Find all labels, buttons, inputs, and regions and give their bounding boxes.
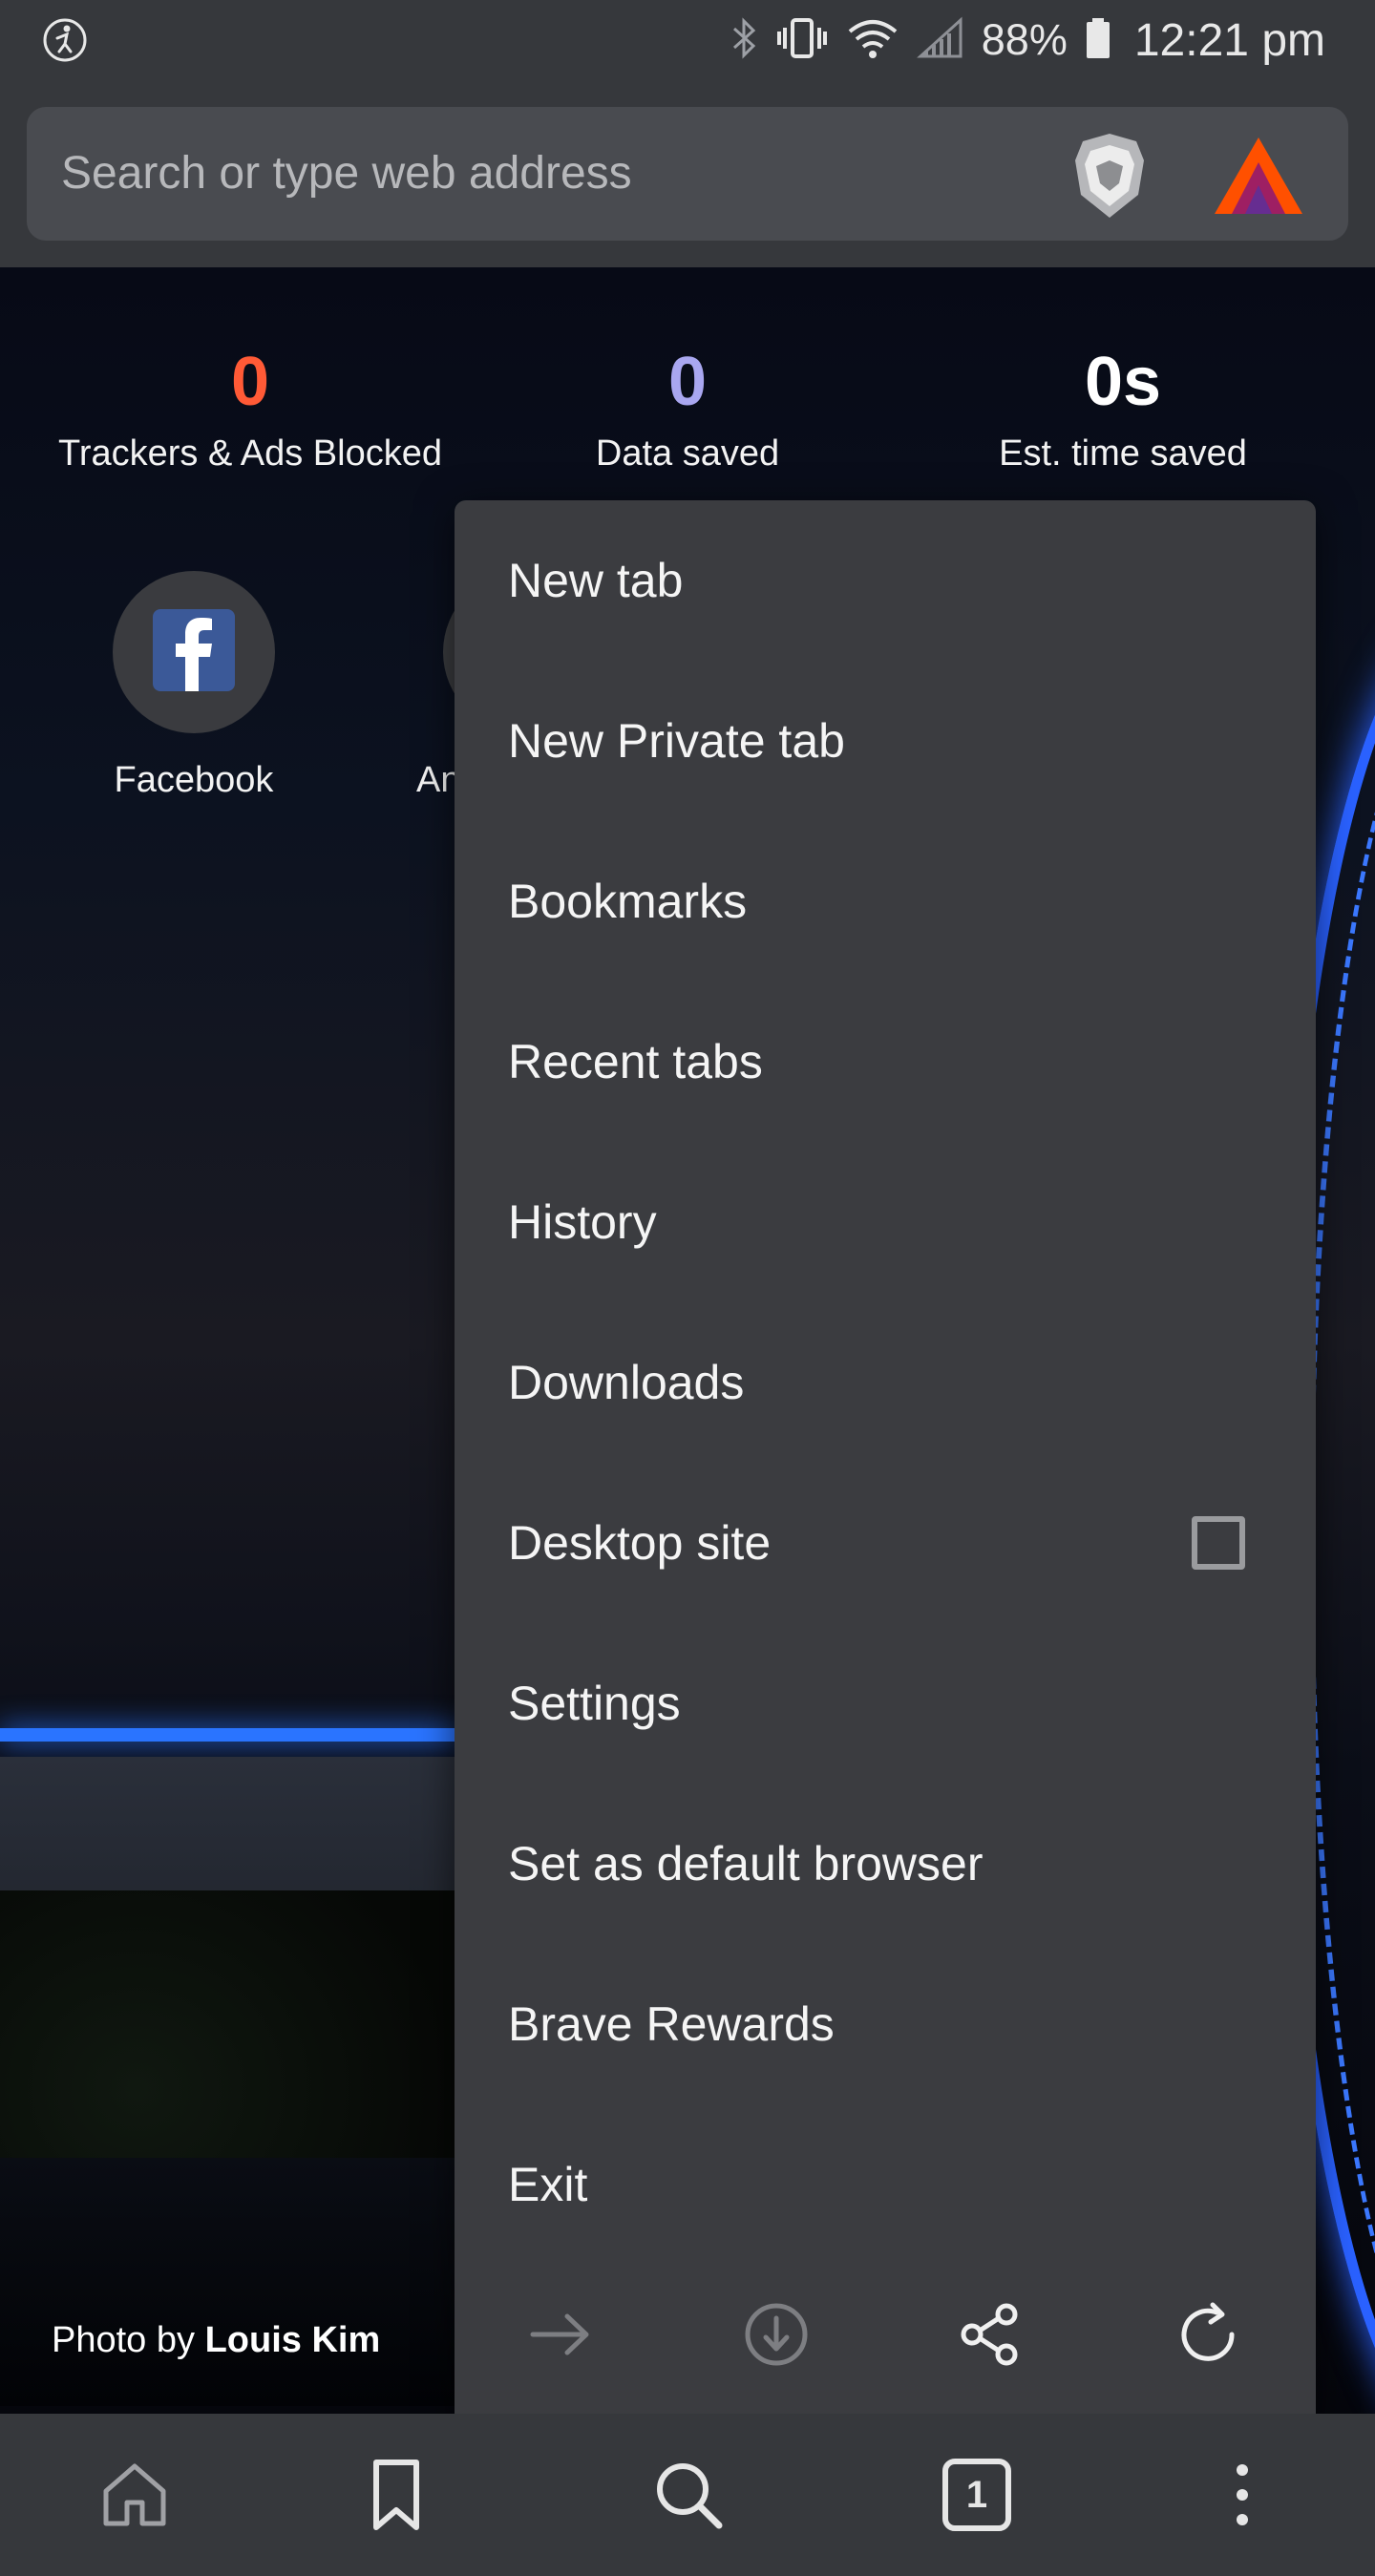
- menu-item-label: New tab: [508, 554, 684, 607]
- forward-icon[interactable]: [518, 2291, 603, 2377]
- menu-item-new-private-tab[interactable]: New Private tab: [455, 661, 1316, 821]
- menu-item-downloads[interactable]: Downloads: [455, 1302, 1316, 1463]
- bat-rewards-icon[interactable]: [1211, 134, 1306, 218]
- tab-count: 1: [965, 2474, 988, 2516]
- tabs-icon[interactable]: 1: [924, 2442, 1029, 2547]
- menu-item-set-default-browser[interactable]: Set as default browser: [455, 1784, 1316, 1944]
- browser-toolbar: Search or type web address: [0, 80, 1375, 267]
- top-site-label: Facebook: [114, 760, 274, 800]
- overflow-menu: New tab New Private tab Bookmarks Recent…: [455, 500, 1316, 2427]
- stat-value: 0: [667, 344, 708, 420]
- cell-signal-icon: [916, 16, 964, 64]
- menu-item-label: Exit: [508, 2158, 588, 2211]
- water-shape: [0, 2158, 458, 2406]
- status-time: 12:21 pm: [1133, 14, 1325, 66]
- menu-item-exit[interactable]: Exit: [455, 2104, 1316, 2265]
- top-site-facebook[interactable]: Facebook: [113, 571, 275, 801]
- wifi-icon: [846, 16, 899, 64]
- brave-shield-icon[interactable]: [1062, 128, 1157, 223]
- menu-item-label: Recent tabs: [508, 1035, 763, 1088]
- top-site-circle[interactable]: [113, 571, 275, 733]
- blue-light-strip: [0, 1728, 458, 1742]
- menu-item-label: Downloads: [508, 1356, 745, 1409]
- menu-item-bookmarks[interactable]: Bookmarks: [455, 821, 1316, 982]
- menu-item-history[interactable]: History: [455, 1142, 1316, 1302]
- menu-item-recent-tabs[interactable]: Recent tabs: [455, 982, 1316, 1142]
- bluetooth-icon: [730, 16, 758, 64]
- facebook-icon: [153, 609, 235, 695]
- home-icon[interactable]: [82, 2442, 187, 2547]
- bottom-toolbar: 1: [0, 2414, 1375, 2576]
- stat-data-saved: 0 Data saved: [458, 344, 917, 475]
- menu-item-label: Desktop site: [508, 1516, 772, 1570]
- photo-credit-author[interactable]: Louis Kim: [205, 2320, 381, 2360]
- battery-icon: [1085, 16, 1111, 64]
- menu-item-desktop-site[interactable]: Desktop site: [455, 1463, 1316, 1623]
- more-vertical-icon[interactable]: [1190, 2442, 1295, 2547]
- menu-item-brave-rewards[interactable]: Brave Rewards: [455, 1944, 1316, 2104]
- menu-item-label: Brave Rewards: [508, 1997, 835, 2051]
- bookmark-icon[interactable]: [344, 2442, 449, 2547]
- share-icon[interactable]: [947, 2291, 1033, 2377]
- download-icon[interactable]: [733, 2291, 819, 2377]
- stat-trackers: 0 Trackers & Ads Blocked: [21, 344, 479, 475]
- stat-label: Data saved: [595, 433, 780, 474]
- status-bar: 88% 12:21 pm: [0, 0, 1375, 80]
- vibrate-icon: [775, 16, 829, 64]
- reload-icon[interactable]: [1165, 2291, 1251, 2377]
- menu-item-label: Set as default browser: [508, 1837, 984, 1890]
- stat-value: 0: [230, 344, 270, 420]
- stat-value: 0s: [1084, 344, 1162, 420]
- menu-item-label: Settings: [508, 1677, 681, 1730]
- stat-label: Trackers & Ads Blocked: [58, 433, 442, 474]
- photo-credit-prefix: Photo by: [52, 2320, 195, 2360]
- menu-action-row: [455, 2257, 1316, 2410]
- stat-time-saved: 0s Est. time saved: [894, 344, 1352, 475]
- accessibility-icon: [42, 17, 88, 63]
- battery-percent: 88%: [981, 15, 1068, 64]
- url-bar[interactable]: Search or type web address: [27, 107, 1348, 241]
- menu-item-label: New Private tab: [508, 714, 845, 768]
- menu-item-label: Bookmarks: [508, 875, 748, 928]
- menu-item-new-tab[interactable]: New tab: [455, 500, 1316, 661]
- menu-item-label: History: [508, 1195, 657, 1249]
- photo-credit[interactable]: Photo by Louis Kim: [52, 2320, 380, 2361]
- search-input[interactable]: Search or type web address: [61, 107, 632, 241]
- stat-label: Est. time saved: [999, 433, 1247, 474]
- search-icon[interactable]: [636, 2442, 741, 2547]
- desktop-site-checkbox[interactable]: [1192, 1516, 1245, 1570]
- menu-item-settings[interactable]: Settings: [455, 1623, 1316, 1784]
